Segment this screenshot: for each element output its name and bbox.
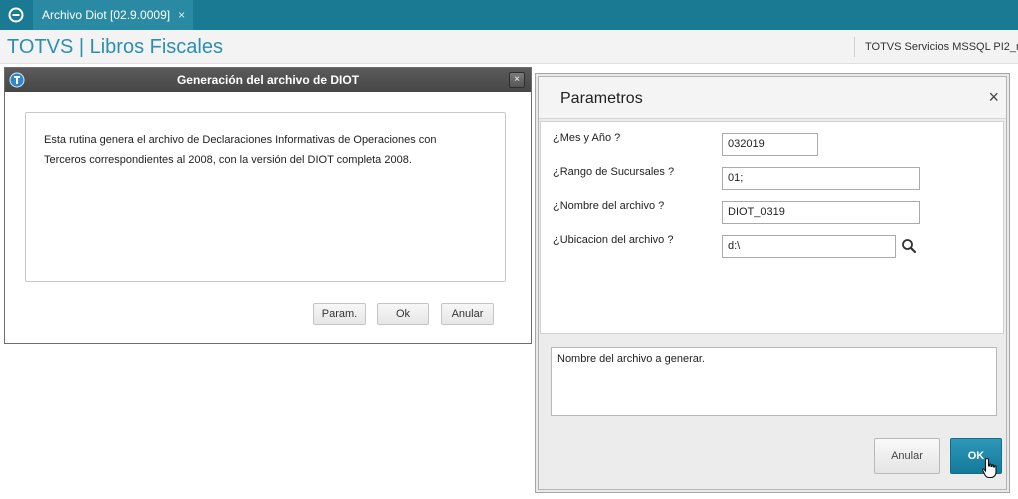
diot-dialog: Generación del archivo de DIOT × Esta ru… xyxy=(4,67,532,344)
environment-info: TOTVS Servicios MSSQL PI2_m xyxy=(854,37,1018,57)
app-header: TOTVS | Libros Fiscales TOTVS Servicios … xyxy=(0,30,1018,64)
close-icon[interactable]: × xyxy=(988,87,999,108)
top-tab-bar: Archivo Diot [02.9.0009] × xyxy=(0,0,1018,30)
param-button[interactable]: Param. xyxy=(313,303,366,325)
parametros-anular-button[interactable]: Anular xyxy=(874,438,940,474)
app-title: TOTVS | Libros Fiscales xyxy=(7,36,223,58)
tab-label: Archivo Diot [02.9.0009] xyxy=(42,8,171,22)
mes-ano-input[interactable]: 032019 xyxy=(722,133,818,156)
nombre-archivo-input[interactable]: DIOT_0319 xyxy=(722,201,920,224)
parametros-title: Parametros xyxy=(560,90,643,107)
parametros-form: ¿Mes y Año ? 032019 ¿Rango de Sucursales… xyxy=(540,121,1004,334)
rango-sucursales-input[interactable]: 01; xyxy=(722,167,920,190)
search-icon[interactable] xyxy=(901,238,917,254)
description-line-1: Esta rutina genera el archivo de Declara… xyxy=(44,134,437,146)
ubicacion-archivo-input[interactable]: d:\ xyxy=(722,235,896,258)
anular-button[interactable]: Anular xyxy=(441,303,494,325)
tab-archivo-diot[interactable]: Archivo Diot [02.9.0009] × xyxy=(33,0,194,30)
description-line-2: Terceros correspondientes al 2008, con l… xyxy=(44,154,412,166)
parametros-panel: Parametros × ¿Mes y Año ? 032019 ¿Rango … xyxy=(535,73,1010,493)
ok-button[interactable]: Ok xyxy=(377,303,429,325)
nombre-archivo-label: ¿Nombre del archivo ? xyxy=(553,200,665,212)
pointer-cursor-icon xyxy=(981,457,997,479)
close-icon[interactable]: × xyxy=(509,72,525,88)
mes-ano-label: ¿Mes y Año ? xyxy=(553,132,621,144)
parametros-header: Parametros × xyxy=(539,77,1006,119)
dialog-title: Generación del archivo de DIOT xyxy=(176,73,360,87)
help-text-box: Nombre del archivo a generar. xyxy=(551,347,997,416)
home-icon xyxy=(8,7,24,23)
dialog-titlebar: Generación del archivo de DIOT × xyxy=(5,68,531,92)
rango-sucursales-label: ¿Rango de Sucursales ? xyxy=(553,166,675,178)
home-button[interactable] xyxy=(0,0,32,30)
dialog-description-box: Esta rutina genera el archivo de Declara… xyxy=(25,112,506,282)
parametros-frame: Parametros × ¿Mes y Año ? 032019 ¿Rango … xyxy=(538,76,1007,490)
tab-close-icon[interactable]: × xyxy=(178,8,185,22)
ubicacion-archivo-label: ¿Ubicacion del archivo ? xyxy=(553,234,674,246)
